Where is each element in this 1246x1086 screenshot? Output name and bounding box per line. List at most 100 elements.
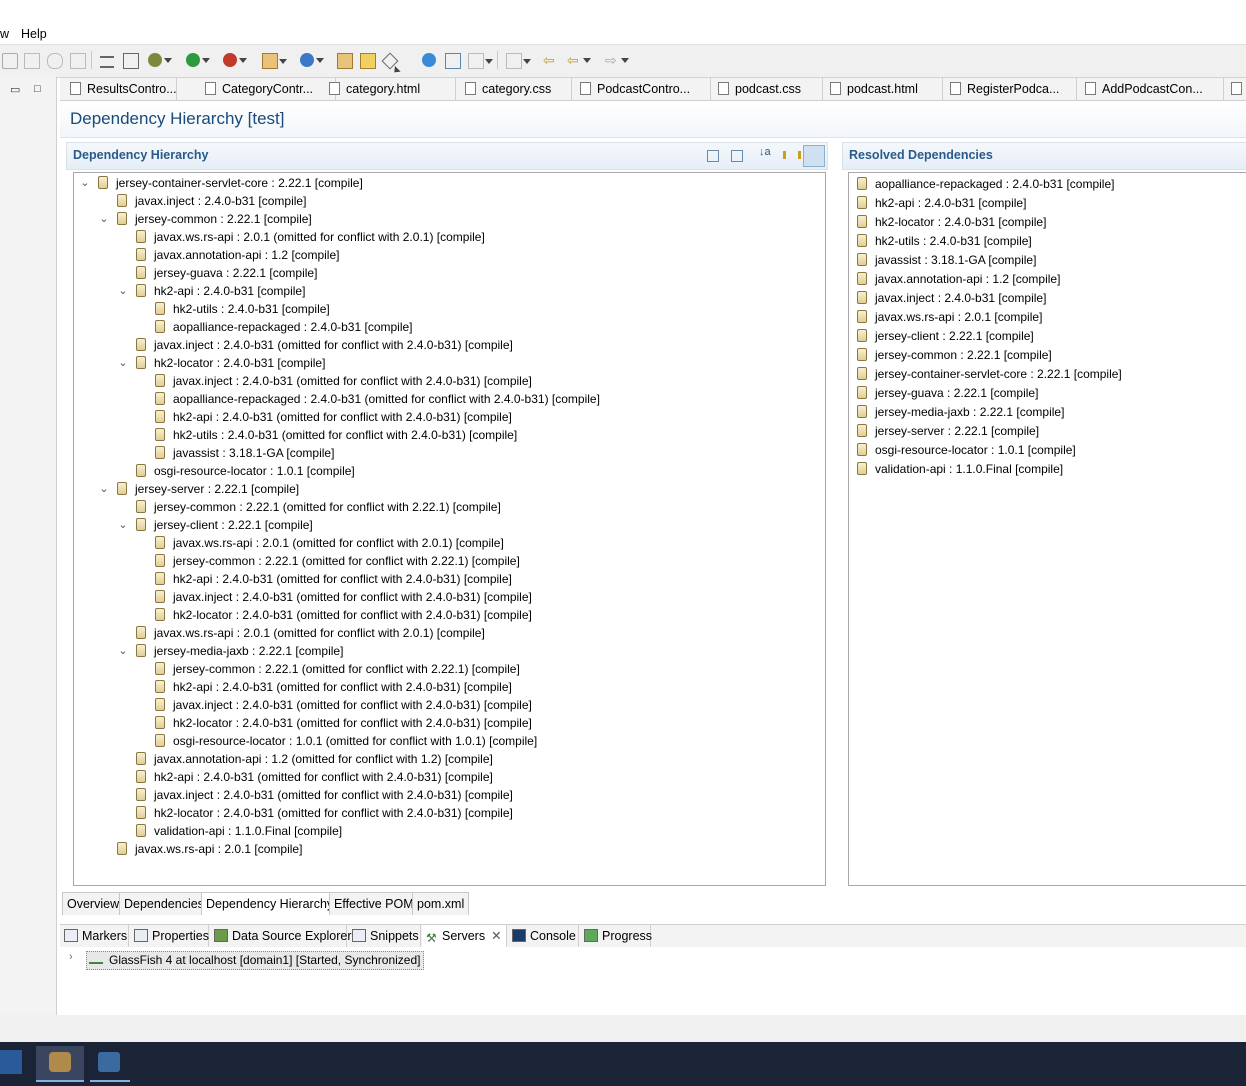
other-taskbar-icon[interactable]: [90, 1046, 130, 1082]
server-item[interactable]: GlassFish 4 at localhost [domain1] [Star…: [86, 951, 424, 970]
tree-node[interactable]: jersey-common : 2.22.1 (omitted for conf…: [155, 660, 520, 678]
tree-node[interactable]: ⌄ jersey-container-servlet-core : 2.22.1 …: [80, 174, 363, 192]
tree-expand-toggle-icon[interactable]: ⌄: [117, 282, 129, 300]
tree-node[interactable]: javax.ws.rs-api : 2.0.1 (omitted for con…: [136, 228, 485, 246]
tree-node[interactable]: osgi-resource-locator : 1.0.1 (omitted f…: [155, 732, 537, 750]
tree-node[interactable]: jersey-guava : 2.22.1 [compile]: [136, 264, 317, 282]
resolved-dependencies-list[interactable]: aopalliance-repackaged : 2.4.0-b31 [comp…: [848, 172, 1246, 886]
tree-expand-toggle-icon[interactable]: ⌄: [98, 210, 110, 228]
collapse-all-icon[interactable]: [707, 150, 719, 162]
tab-console[interactable]: Console: [508, 925, 579, 947]
close-icon[interactable]: ✕: [491, 929, 501, 943]
tree-expand-toggle-icon[interactable]: ⌄: [79, 174, 91, 192]
resolved-item[interactable]: jersey-server : 2.22.1 [compile]: [857, 422, 1039, 440]
tree-node[interactable]: ⌄ jersey-server : 2.22.1 [compile]: [99, 480, 299, 498]
tree-expand-toggle-icon[interactable]: ⌄: [117, 354, 129, 372]
tab-servers[interactable]: ⚒ Servers ✕: [422, 925, 507, 947]
resolved-item[interactable]: jersey-media-jaxb : 2.22.1 [compile]: [857, 403, 1064, 421]
new-wizard-icon[interactable]: [300, 53, 324, 67]
resolved-item[interactable]: jersey-client : 2.22.1 [compile]: [857, 327, 1034, 345]
tab-dependency-hierarchy[interactable]: Dependency Hierarchy: [201, 892, 339, 915]
resolved-item[interactable]: osgi-resource-locator : 1.0.1 [compile]: [857, 441, 1076, 459]
editor-tab-4[interactable]: PodcastContro...: [574, 78, 711, 100]
tab-pom-xml[interactable]: pom.xml: [412, 892, 470, 915]
resolved-item[interactable]: javassist : 3.18.1-GA [compile]: [857, 251, 1036, 269]
tree-node[interactable]: osgi-resource-locator : 1.0.1 [compile]: [136, 462, 355, 480]
run-icon[interactable]: [186, 53, 210, 67]
tree-node[interactable]: hk2-api : 2.4.0-b31 (omitted for conflic…: [155, 408, 512, 426]
maximize-icon[interactable]: □: [34, 83, 41, 95]
synchronize-icon[interactable]: [2, 53, 18, 69]
web-browser-icon[interactable]: [422, 53, 436, 67]
tree-node[interactable]: hk2-api : 2.4.0-b31 (omitted for conflic…: [155, 570, 512, 588]
expand-all-icon[interactable]: [731, 150, 743, 162]
resolved-item[interactable]: hk2-api : 2.4.0-b31 [compile]: [857, 194, 1026, 212]
editor-tab-2[interactable]: category.html: [323, 78, 456, 100]
resolved-item[interactable]: aopalliance-repackaged : 2.4.0-b31 [comp…: [857, 175, 1114, 193]
tree-node[interactable]: javax.inject : 2.4.0-b31 (omitted for co…: [155, 696, 532, 714]
resolved-item[interactable]: validation-api : 1.1.0.Final [compile]: [857, 460, 1063, 478]
new-server-icon[interactable]: [262, 53, 287, 69]
menu-window-partial[interactable]: w: [0, 27, 9, 41]
tree-node[interactable]: ⌄ jersey-media-jaxb : 2.22.1 [compile]: [118, 642, 343, 660]
resolved-item[interactable]: javax.inject : 2.4.0-b31 [compile]: [857, 289, 1046, 307]
expand-chevron-icon[interactable]: ›: [69, 951, 73, 963]
show-groupid-icon[interactable]: [783, 151, 801, 159]
debug-icon[interactable]: [148, 53, 172, 67]
tab-dependencies[interactable]: Dependencies: [119, 892, 209, 915]
tree-node[interactable]: ⌄ hk2-api : 2.4.0-b31 [compile]: [118, 282, 305, 300]
tree-node[interactable]: aopalliance-repackaged : 2.4.0-b31 (omit…: [155, 390, 600, 408]
tree-node[interactable]: javax.inject : 2.4.0-b31 (omitted for co…: [136, 336, 513, 354]
eclipse-taskbar-icon[interactable]: [36, 1046, 84, 1082]
tab-snippets[interactable]: Snippets: [348, 925, 421, 947]
tab-overview[interactable]: Overview: [62, 892, 125, 915]
editor-tab-3[interactable]: category.css: [459, 78, 572, 100]
tree-node[interactable]: jersey-common : 2.22.1 (omitted for conf…: [155, 552, 520, 570]
tree-node[interactable]: hk2-locator : 2.4.0-b31 (omitted for con…: [155, 714, 532, 732]
tab-progress[interactable]: Progress: [580, 925, 652, 947]
tree-node[interactable]: hk2-api : 2.4.0-b31 (omitted for conflic…: [155, 678, 512, 696]
search-icon[interactable]: [445, 53, 461, 69]
tree-node[interactable]: javax.ws.rs-api : 2.0.1 (omitted for con…: [155, 534, 504, 552]
tree-node[interactable]: hk2-locator : 2.4.0-b31 (omitted for con…: [155, 606, 532, 624]
resolved-item[interactable]: hk2-utils : 2.4.0-b31 [compile]: [857, 232, 1032, 250]
editor-tab-5[interactable]: podcast.css: [712, 78, 823, 100]
run-config-icon[interactable]: [123, 53, 139, 69]
open-type-icon[interactable]: [337, 53, 353, 69]
sort-icon[interactable]: ↓a: [759, 146, 771, 158]
tab-effective-pom[interactable]: Effective POM: [329, 892, 419, 915]
open-folder-icon[interactable]: [360, 53, 376, 69]
resolved-item[interactable]: javax.annotation-api : 1.2 [compile]: [857, 270, 1060, 288]
tree-node[interactable]: javax.ws.rs-api : 2.0.1 [compile]: [117, 840, 302, 858]
minimize-icon[interactable]: ▭: [10, 83, 20, 96]
resolved-item[interactable]: jersey-guava : 2.22.1 [compile]: [857, 384, 1038, 402]
forward-icon[interactable]: ⇨: [605, 53, 629, 67]
tree-node[interactable]: hk2-api : 2.4.0-b31 (omitted for conflic…: [136, 768, 493, 786]
editor-tab-0[interactable]: ResultsContro...: [64, 78, 177, 100]
tree-node[interactable]: javax.inject : 2.4.0-b31 [compile]: [117, 192, 306, 210]
tree-node[interactable]: ⌄ hk2-locator : 2.4.0-b31 [compile]: [118, 354, 325, 372]
tree-node[interactable]: jersey-common : 2.22.1 (omitted for conf…: [136, 498, 501, 516]
tab-data-source-explorer[interactable]: Data Source Explorer: [210, 925, 352, 947]
list-icon[interactable]: [100, 56, 114, 68]
run-external-tools-icon[interactable]: [223, 53, 247, 67]
tree-node[interactable]: hk2-locator : 2.4.0-b31 (omitted for con…: [136, 804, 513, 822]
tree-expand-toggle-icon[interactable]: ⌄: [117, 642, 129, 660]
tree-node[interactable]: ⌄ jersey-client : 2.22.1 [compile]: [118, 516, 313, 534]
annotation-icon[interactable]: [381, 52, 399, 70]
tree-node[interactable]: javax.inject : 2.4.0-b31 (omitted for co…: [136, 786, 513, 804]
tree-node[interactable]: aopalliance-repackaged : 2.4.0-b31 [comp…: [155, 318, 413, 336]
tree-expand-toggle-icon[interactable]: ⌄: [98, 480, 110, 498]
last-edit-icon[interactable]: ⇦: [543, 53, 557, 67]
tree-node[interactable]: javax.annotation-api : 1.2 [compile]: [136, 246, 339, 264]
tab-markers[interactable]: Markers: [60, 925, 129, 947]
editor-tab-overflow[interactable]: [1225, 78, 1245, 100]
resolved-item[interactable]: javax.ws.rs-api : 2.0.1 [compile]: [857, 308, 1042, 326]
resolved-item[interactable]: hk2-locator : 2.4.0-b31 [compile]: [857, 213, 1046, 231]
tree-node[interactable]: hk2-utils : 2.4.0-b31 [compile]: [155, 300, 330, 318]
back-icon[interactable]: ⇦: [567, 53, 591, 67]
tree-node[interactable]: javax.annotation-api : 1.2 (omitted for …: [136, 750, 493, 768]
resolved-item[interactable]: jersey-common : 2.22.1 [compile]: [857, 346, 1052, 364]
menu-help[interactable]: Help: [21, 27, 47, 41]
editor-tab-8[interactable]: AddPodcastCon...: [1079, 78, 1224, 100]
